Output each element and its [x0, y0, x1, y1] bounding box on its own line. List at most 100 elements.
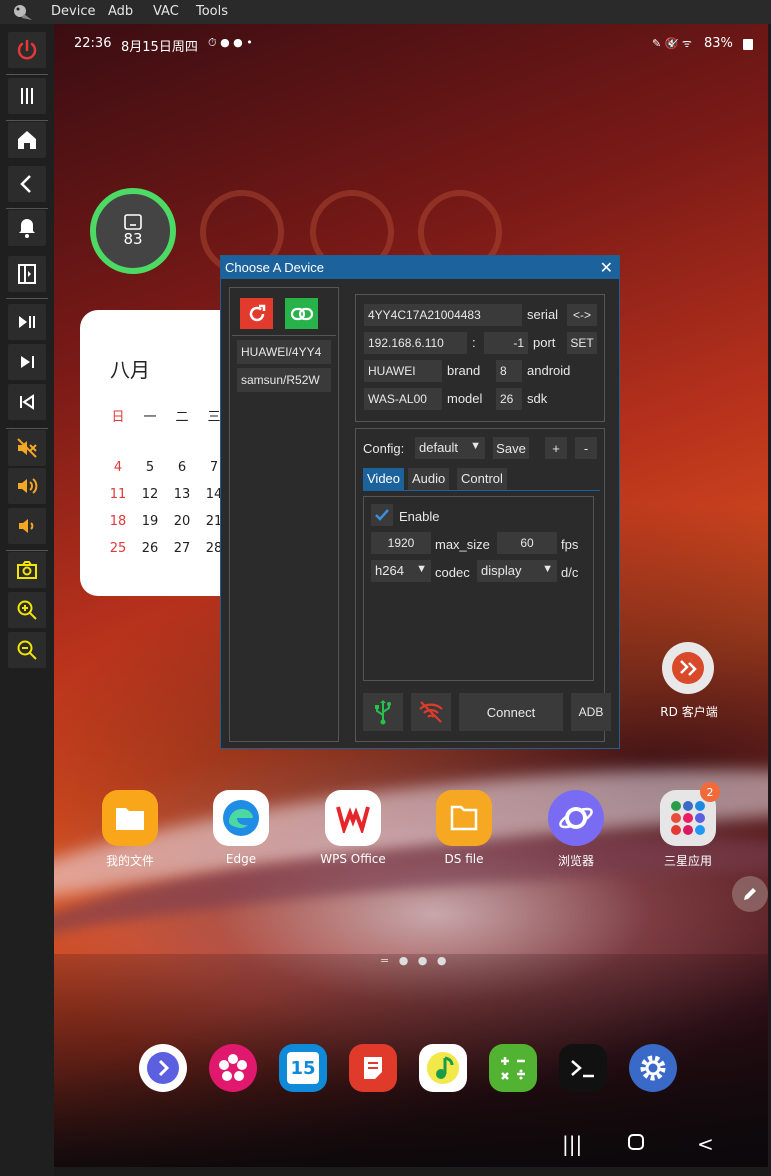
max-size-field[interactable]: 1920 [371, 532, 431, 554]
volume-down-button[interactable] [8, 508, 46, 544]
menu-vac[interactable]: VAC [153, 4, 179, 19]
config-select[interactable]: default ▼ [415, 437, 485, 459]
device-info-panel: 4YY4C17A21004483 serial <-> 192.168.6.11… [355, 294, 605, 422]
app-browser[interactable] [548, 790, 604, 846]
notes-icon [364, 1057, 382, 1079]
usb-button[interactable] [363, 693, 403, 731]
swap-button[interactable]: <-> [567, 304, 597, 326]
app-label: 浏览器 [557, 854, 594, 868]
bell-icon [19, 219, 35, 238]
app-label: WPS Office [320, 852, 386, 866]
dock-app[interactable] [349, 1044, 397, 1092]
app-wps-office[interactable] [325, 790, 381, 846]
back-button[interactable] [8, 166, 46, 202]
battery-icon [743, 39, 753, 50]
edit-button[interactable] [732, 876, 768, 912]
tablet-icon [124, 214, 142, 230]
remove-config-button[interactable]: - [575, 437, 597, 459]
link-icon [290, 307, 313, 320]
app-label: Edge [225, 852, 257, 866]
tab-video[interactable]: Video [363, 468, 405, 490]
power-icon [17, 39, 37, 60]
menu-tools[interactable]: Tools [196, 4, 228, 19]
status-mute-icon: ✎ 🔇̸ ᯤ [652, 37, 692, 50]
dock-app[interactable] [419, 1044, 467, 1092]
rd-client-app[interactable] [662, 642, 714, 694]
calendar-day: 19 [141, 514, 159, 529]
set-button[interactable]: SET [567, 332, 597, 354]
app-ds-file[interactable] [436, 790, 492, 846]
connect-button[interactable]: Connect [459, 693, 563, 731]
recent-apps-button[interactable] [8, 78, 46, 114]
app-my-files[interactable] [102, 790, 158, 846]
add-config-button[interactable]: + [545, 437, 567, 459]
zoom-in-button[interactable] [8, 592, 46, 628]
play-pause-button[interactable] [8, 304, 46, 340]
refresh-button[interactable] [240, 298, 273, 329]
screenshot-button[interactable] [8, 552, 46, 588]
dock-app[interactable] [209, 1044, 257, 1092]
nav-recents-button[interactable]: ||| [562, 1132, 582, 1156]
calendar-weekday: 二 [175, 410, 189, 425]
serial-field[interactable]: 4YY4C17A21004483 [364, 304, 522, 326]
device-list-item[interactable]: HUAWEI/4YY4 [237, 340, 331, 364]
terminal-icon [571, 1060, 594, 1078]
calendar-day: 11 [109, 487, 127, 502]
codec-select-value: h264 [375, 563, 404, 578]
tab-audio[interactable]: Audio [408, 468, 450, 490]
calculator-icon [501, 1057, 525, 1080]
chevron-right-app-icon [147, 1052, 179, 1084]
model-field: WAS-AL00 [364, 388, 442, 410]
camera-icon [17, 561, 37, 579]
dock-app[interactable] [629, 1044, 677, 1092]
chevron-down-icon: ▼ [470, 440, 481, 452]
device-list-item[interactable]: samsun/R52W [237, 368, 331, 392]
mute-button[interactable] [8, 430, 46, 466]
brand-label: brand [447, 363, 481, 378]
port-field[interactable]: -1 [484, 332, 528, 354]
home-button[interactable] [8, 122, 46, 158]
battery-widget[interactable]: 83 [90, 188, 176, 274]
save-button[interactable]: Save [493, 437, 529, 459]
calendar-day: 20 [173, 514, 191, 529]
tab-control[interactable]: Control [457, 468, 507, 490]
wps-icon [336, 806, 370, 833]
config-label: Config: [363, 441, 405, 456]
calendar-15-icon: 15 [287, 1052, 319, 1084]
app-edge[interactable] [213, 790, 269, 846]
checkmark-icon [375, 509, 389, 521]
nav-back-button[interactable]: < [697, 1132, 714, 1156]
codec-select[interactable]: h264 ▼ [371, 560, 431, 582]
notifications-button[interactable] [8, 210, 46, 246]
menu-device[interactable]: Device [51, 4, 95, 19]
wireless-connect-button[interactable] [285, 298, 318, 329]
close-icon[interactable]: ✕ [600, 258, 613, 278]
power-button[interactable] [8, 32, 46, 68]
dock-app[interactable]: 15 [279, 1044, 327, 1092]
ip-field[interactable]: 192.168.6.110 [364, 332, 467, 354]
brand-field: HUAWEI [364, 360, 442, 382]
previous-track-button[interactable] [8, 384, 46, 420]
zoom-out-button[interactable] [8, 632, 46, 668]
fps-field[interactable]: 60 [497, 532, 557, 554]
next-track-button[interactable] [8, 344, 46, 380]
calendar-weekday: 日 [111, 410, 125, 425]
app-label: 三星应用 [663, 854, 712, 868]
wifi-off-button[interactable] [411, 693, 451, 731]
nav-home-button[interactable] [628, 1134, 644, 1150]
display-capture-select[interactable]: display ▼ [477, 560, 557, 582]
calendar-day: 18 [109, 514, 127, 529]
dock-app[interactable] [139, 1044, 187, 1092]
calendar-day: 5 [145, 460, 155, 475]
panel-button[interactable] [8, 256, 46, 292]
music-icon [427, 1052, 459, 1084]
adb-button[interactable]: ADB [571, 693, 611, 731]
dock-app[interactable] [489, 1044, 537, 1092]
dock-app[interactable] [559, 1044, 607, 1092]
enable-checkbox[interactable] [371, 504, 393, 526]
wifi-off-icon [419, 701, 443, 723]
app-label: DS file [444, 852, 484, 866]
rd-client-label: RD 客户端 [660, 705, 718, 719]
volume-up-button[interactable] [8, 468, 46, 504]
menu-adb[interactable]: Adb [108, 4, 133, 19]
